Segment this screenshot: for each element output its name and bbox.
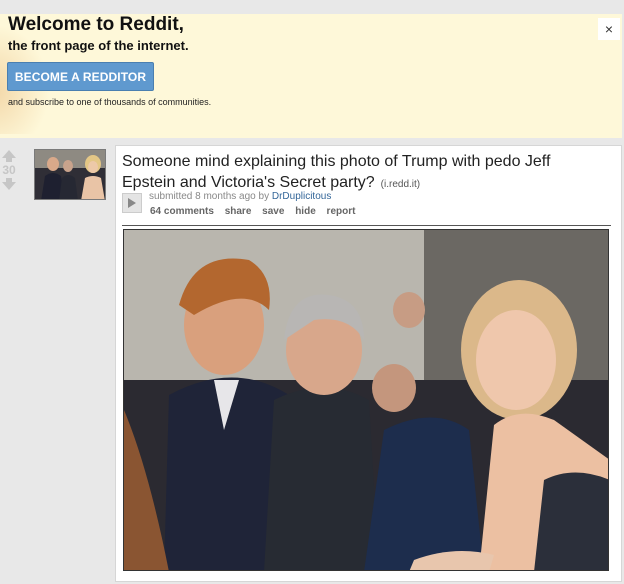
welcome-subtext: and subscribe to one of thousands of com… <box>8 97 212 107</box>
post-thumbnail[interactable] <box>34 149 106 200</box>
post-title-block: Someone mind explaining this photo of Tr… <box>122 151 602 195</box>
close-icon[interactable]: × <box>598 18 620 40</box>
post-tagline: submitted 8 months ago by DrDuplicitous <box>149 191 331 202</box>
post-score: 30 <box>2 163 16 177</box>
upvote-icon[interactable] <box>0 150 18 162</box>
post-domain[interactable]: (i.redd.it) <box>381 179 420 190</box>
vote-panel: 30 <box>0 150 18 190</box>
author-link[interactable]: DrDuplicitous <box>272 191 331 202</box>
save-link[interactable]: save <box>262 206 284 217</box>
welcome-tagline: the front page of the internet. <box>8 38 189 53</box>
welcome-banner: Welcome to Reddit, the front page of the… <box>0 14 624 138</box>
report-link[interactable]: report <box>327 206 356 217</box>
post-actions: 64 comments share save hide report <box>150 206 363 217</box>
link-post: 30 Someone mind explaining this photo of… <box>0 140 624 584</box>
hide-link[interactable]: hide <box>295 206 316 217</box>
downvote-icon[interactable] <box>0 178 18 190</box>
top-spacer <box>0 0 624 14</box>
comments-link[interactable]: 64 comments <box>150 206 214 217</box>
welcome-title: Welcome to Reddit, <box>8 14 184 35</box>
post-entry: Someone mind explaining this photo of Tr… <box>115 145 622 582</box>
expand-play-icon[interactable] <box>122 193 142 213</box>
become-redditor-button[interactable]: BECOME A REDDITOR <box>7 62 154 91</box>
post-title-link[interactable]: Someone mind explaining this photo of Tr… <box>122 153 550 191</box>
expando-divider <box>122 225 611 226</box>
post-image[interactable] <box>123 229 609 571</box>
share-link[interactable]: share <box>225 206 252 217</box>
submitted-text: submitted 8 months ago by <box>149 191 270 202</box>
